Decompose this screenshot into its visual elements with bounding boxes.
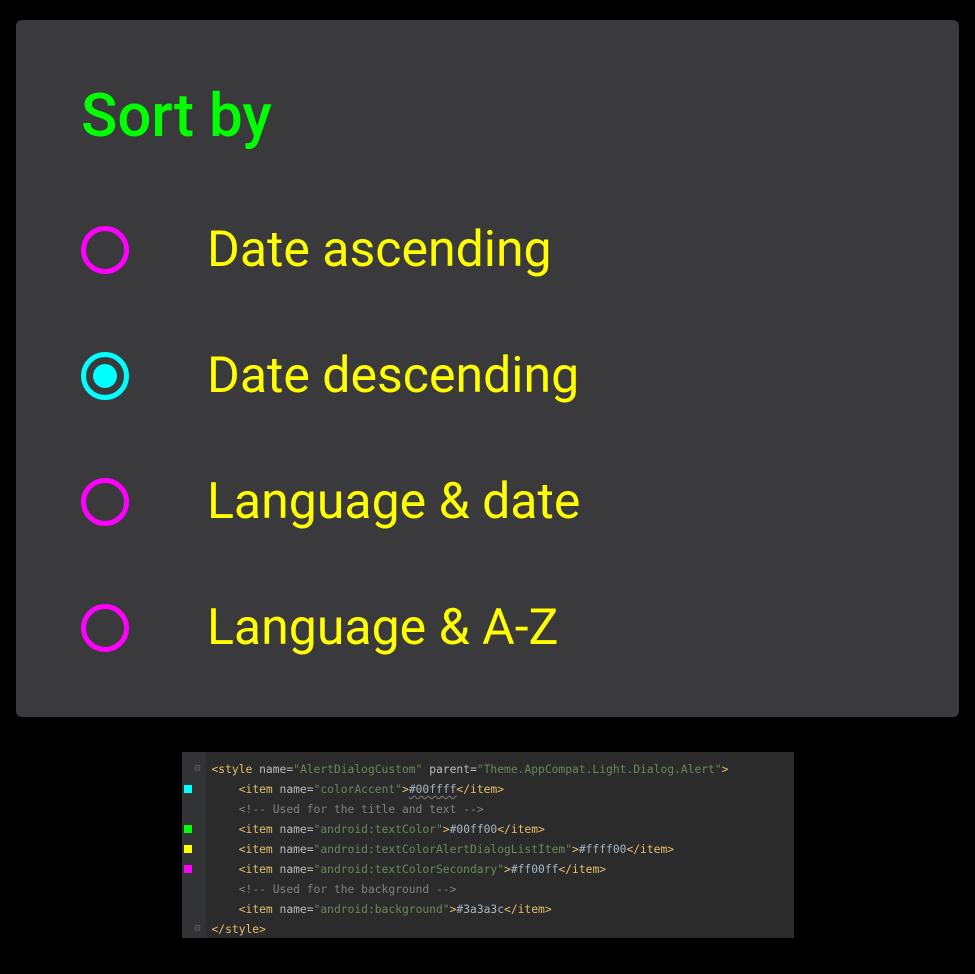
gutter-color-mark	[184, 825, 192, 833]
style-parent-value: Theme.AppCompat.Light.Dialog.Alert	[484, 763, 715, 776]
item-name: android:textColorSecondary	[320, 863, 497, 876]
code-content[interactable]: <style name="AlertDialogCustom" parent="…	[206, 752, 729, 938]
dialog-title: Sort by	[81, 80, 894, 151]
radio-label: Language & date	[207, 473, 580, 531]
item-value: #00ffff	[409, 783, 457, 796]
radio-option-date-descending[interactable]: Date descending	[81, 347, 894, 405]
item-value: #00ff00	[450, 823, 498, 836]
sort-dialog: Sort by Date ascending Date descending L…	[16, 20, 959, 717]
radio-option-language-date[interactable]: Language & date	[81, 473, 894, 531]
item-value: #ffff00	[579, 843, 627, 856]
radio-option-date-ascending[interactable]: Date ascending	[81, 221, 894, 279]
gutter-color-mark	[184, 865, 192, 873]
radio-label: Language & A-Z	[207, 599, 558, 657]
radio-icon	[81, 604, 129, 652]
radio-option-language-az[interactable]: Language & A-Z	[81, 599, 894, 657]
radio-label: Date ascending	[207, 221, 552, 279]
editor-gutter: ⊟ ⊟	[182, 752, 206, 938]
fold-icon[interactable]: ⊟	[195, 759, 201, 779]
item-name: android:textColorAlertDialogListItem	[320, 843, 565, 856]
radio-label: Date descending	[207, 347, 579, 405]
radio-icon	[81, 352, 129, 400]
xml-comment: Used for the title and text	[273, 803, 457, 816]
radio-icon	[81, 478, 129, 526]
item-value: #3a3a3c	[456, 903, 504, 916]
item-value: #ff00ff	[511, 863, 559, 876]
gutter-color-mark	[184, 845, 192, 853]
code-editor: ⊟ ⊟ <style name="AlertDialogCustom" pare…	[182, 752, 794, 938]
style-name-value: AlertDialogCustom	[300, 763, 416, 776]
item-name: colorAccent	[320, 783, 395, 796]
radio-icon	[81, 226, 129, 274]
gutter-color-mark	[184, 785, 192, 793]
fold-icon[interactable]: ⊟	[195, 919, 201, 939]
xml-comment: Used for the background	[273, 883, 429, 896]
item-name: android:textColor	[320, 823, 436, 836]
item-name: android:background	[320, 903, 442, 916]
